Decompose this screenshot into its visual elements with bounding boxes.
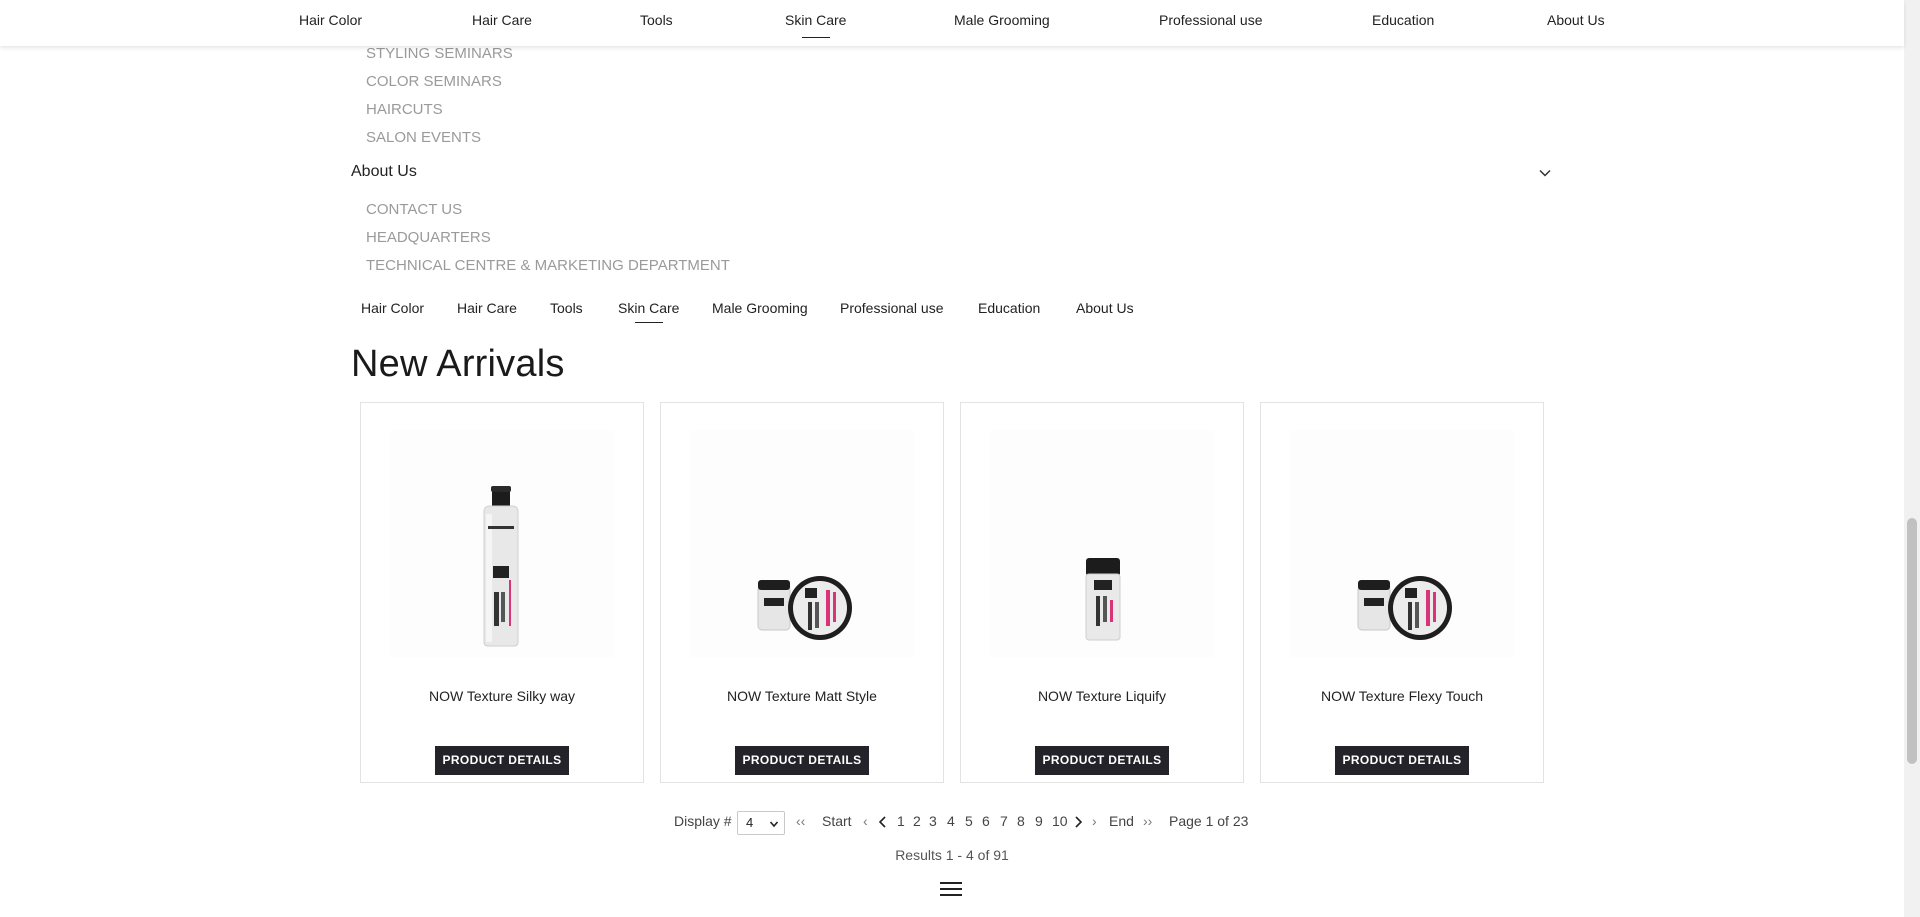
- page-link-9[interactable]: 9: [1035, 813, 1043, 829]
- new-arrivals-heading: New Arrivals: [351, 343, 565, 385]
- cat-nav-skin-care[interactable]: Skin Care: [618, 300, 679, 316]
- chevron-down-icon: [769, 821, 779, 828]
- small-bottle-illustration: [1085, 558, 1121, 641]
- product-name[interactable]: NOW Texture Silky way: [361, 688, 643, 704]
- cat-nav-about-us[interactable]: About Us: [1076, 300, 1134, 316]
- page-link-1[interactable]: 1: [897, 813, 905, 829]
- page-info: Page 1 of 23: [1169, 813, 1249, 829]
- first-page-link[interactable]: ‹‹: [796, 813, 805, 829]
- top-nav-education[interactable]: Education: [1372, 12, 1434, 28]
- about-us-section-title[interactable]: About Us: [351, 163, 417, 181]
- link-styling-seminars[interactable]: STYLING SEMINARS: [366, 45, 513, 62]
- link-salon-events[interactable]: SALON EVENTS: [366, 129, 481, 146]
- jar-illustration: [757, 576, 852, 640]
- hamburger-menu-icon[interactable]: [940, 880, 962, 898]
- cat-nav-tools[interactable]: Tools: [550, 300, 583, 316]
- product-name[interactable]: NOW Texture Flexy Touch: [1261, 688, 1543, 704]
- cat-nav-hair-color[interactable]: Hair Color: [361, 300, 424, 316]
- page-link-2[interactable]: 2: [913, 813, 921, 829]
- product-card: NOW Texture Flexy Touch PRODUCT DETAILS: [1260, 402, 1544, 783]
- display-count-select[interactable]: 4: [737, 811, 785, 835]
- page-link-6[interactable]: 6: [982, 813, 990, 829]
- top-nav-skin-care[interactable]: Skin Care: [785, 12, 846, 28]
- start-link[interactable]: Start: [822, 813, 852, 829]
- page-link-10[interactable]: 10: [1052, 813, 1068, 829]
- product-details-button[interactable]: PRODUCT DETAILS: [1335, 746, 1469, 775]
- top-nav-professional-use[interactable]: Professional use: [1159, 12, 1263, 28]
- product-card: NOW Texture Silky way PRODUCT DETAILS: [360, 402, 644, 783]
- cat-nav-hair-care[interactable]: Hair Care: [457, 300, 517, 316]
- product-image[interactable]: [990, 430, 1214, 657]
- cat-nav-male-grooming[interactable]: Male Grooming: [712, 300, 808, 316]
- end-link[interactable]: End: [1109, 813, 1134, 829]
- product-details-button[interactable]: PRODUCT DETAILS: [435, 746, 569, 775]
- page-scrollbar[interactable]: [1904, 0, 1920, 917]
- jar-illustration: [1357, 576, 1452, 640]
- link-technical-centre[interactable]: TECHNICAL CENTRE & MARKETING DEPARTMENT: [366, 257, 730, 274]
- product-card: NOW Texture Liquify PRODUCT DETAILS: [960, 402, 1244, 783]
- next-link[interactable]: ›: [1092, 813, 1097, 829]
- page-link-8[interactable]: 8: [1017, 813, 1025, 829]
- scrollbar-thumb[interactable]: [1907, 518, 1917, 764]
- display-label: Display #: [674, 813, 732, 829]
- chevron-right-icon[interactable]: [1073, 816, 1083, 828]
- bottle-illustration: [483, 486, 519, 647]
- top-nav-hair-color[interactable]: Hair Color: [299, 12, 362, 28]
- prev-link[interactable]: ‹: [863, 813, 868, 829]
- product-card: NOW Texture Matt Style PRODUCT DETAILS: [660, 402, 944, 783]
- product-image[interactable]: [1290, 430, 1514, 657]
- top-nav-about-us[interactable]: About Us: [1547, 12, 1605, 28]
- link-haircuts[interactable]: HAIRCUTS: [366, 101, 443, 118]
- page-link-7[interactable]: 7: [1000, 813, 1008, 829]
- chevron-left-icon[interactable]: [878, 816, 888, 828]
- page-link-3[interactable]: 3: [929, 813, 937, 829]
- link-contact-us[interactable]: CONTACT US: [366, 201, 462, 218]
- top-navigation: Hair Color Hair Care Tools Skin Care Mal…: [0, 0, 1904, 46]
- page-link-5[interactable]: 5: [965, 813, 973, 829]
- top-nav-tools[interactable]: Tools: [640, 12, 673, 28]
- last-page-link[interactable]: ››: [1143, 813, 1152, 829]
- top-nav-hair-care[interactable]: Hair Care: [472, 12, 532, 28]
- page-link-4[interactable]: 4: [947, 813, 955, 829]
- product-name[interactable]: NOW Texture Matt Style: [661, 688, 943, 704]
- top-nav-male-grooming[interactable]: Male Grooming: [954, 12, 1050, 28]
- results-count: Results 1 - 4 of 91: [895, 847, 1009, 863]
- display-count-value: 4: [746, 815, 754, 830]
- product-image[interactable]: [690, 430, 914, 657]
- product-name[interactable]: NOW Texture Liquify: [961, 688, 1243, 704]
- product-details-button[interactable]: PRODUCT DETAILS: [735, 746, 869, 775]
- link-color-seminars[interactable]: COLOR SEMINARS: [366, 73, 502, 90]
- chevron-down-icon[interactable]: [1538, 166, 1552, 180]
- link-headquarters[interactable]: HEADQUARTERS: [366, 229, 491, 246]
- cat-nav-education[interactable]: Education: [978, 300, 1040, 316]
- cat-nav-professional-use[interactable]: Professional use: [840, 300, 944, 316]
- product-image[interactable]: [390, 430, 614, 657]
- product-details-button[interactable]: PRODUCT DETAILS: [1035, 746, 1169, 775]
